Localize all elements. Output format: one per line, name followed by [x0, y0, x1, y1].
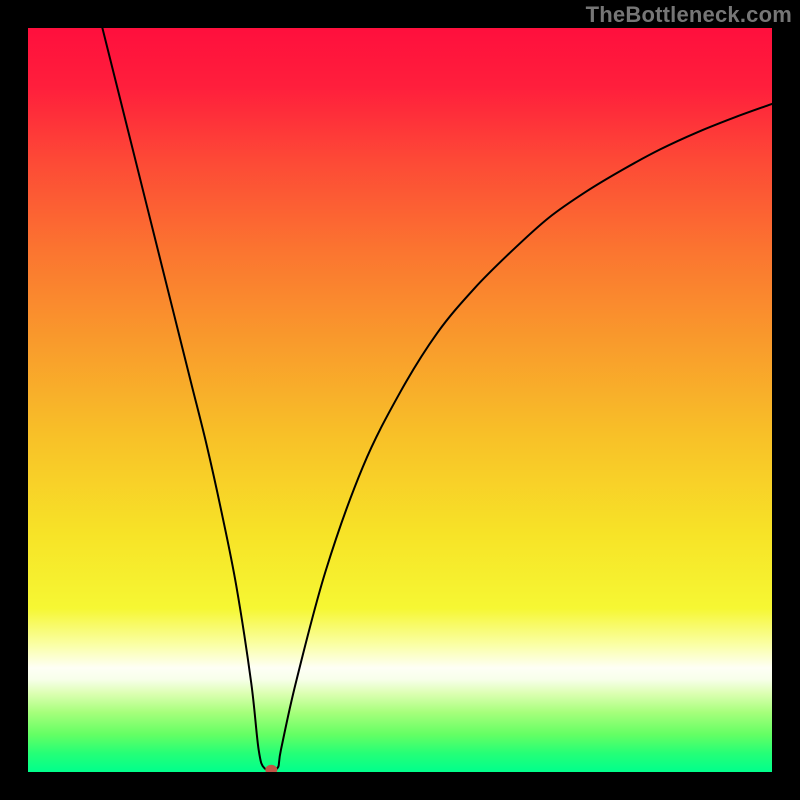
attribution-text: TheBottleneck.com — [586, 2, 792, 28]
bottleneck-chart — [28, 28, 772, 772]
plot-background — [28, 28, 772, 772]
chart-container: TheBottleneck.com — [0, 0, 800, 800]
